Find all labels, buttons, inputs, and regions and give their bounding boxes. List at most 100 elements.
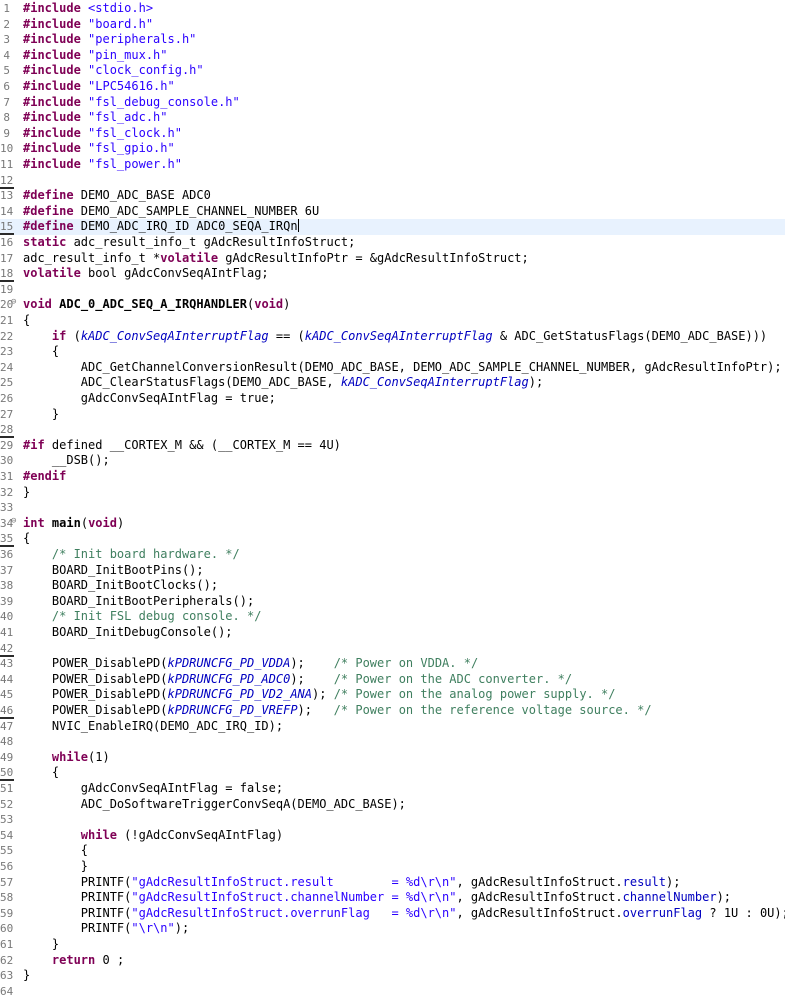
- code-line[interactable]: 51 gAdcConvSeqAIntFlag = false;: [0, 781, 785, 797]
- code-line[interactable]: 20 ⊖ void ADC_0_ADC_SEQ_A_IRQHANDLER(void): [0, 297, 785, 313]
- code-line[interactable]: 61 }: [0, 937, 785, 953]
- code-line[interactable]: 15 #define DEMO_ADC_IRQ_ID ADC0_SEQA_IRQn: [0, 219, 785, 236]
- code-line[interactable]: 23 {: [0, 344, 785, 360]
- code-line[interactable]: 26 gAdcConvSeqAIntFlag = true;: [0, 391, 785, 407]
- code-line[interactable]: 10 #include "fsl_gpio.h": [0, 141, 785, 157]
- code-line[interactable]: 46 POWER_DisablePD(kPDRUNCFG_PD_VREFP); …: [0, 703, 785, 719]
- code-line[interactable]: 37 BOARD_InitBootPins();: [0, 563, 785, 579]
- code-line[interactable]: 4 #include "pin_mux.h": [0, 48, 785, 64]
- code-line[interactable]: 3 #include "peripherals.h": [0, 32, 785, 48]
- fold-toggle-icon[interactable]: ⊖: [11, 298, 20, 307]
- code-line[interactable]: 2 #include "board.h": [0, 17, 785, 33]
- code-line[interactable]: 17 adc_result_info_t *volatile gAdcResult…: [0, 251, 785, 267]
- code-line[interactable]: 43 POWER_DisablePD(kPDRUNCFG_PD_VDDA); /…: [0, 656, 785, 672]
- code-line[interactable]: 33: [0, 500, 785, 516]
- code-token: ? 1U : 0U);: [702, 905, 785, 920]
- code-line[interactable]: 14 #define DEMO_ADC_SAMPLE_CHANNEL_NUMBER…: [0, 204, 785, 220]
- code-line[interactable]: 25 ADC_ClearStatusFlags(DEMO_ADC_BASE, k…: [0, 375, 785, 391]
- code-line[interactable]: 27 }: [0, 407, 785, 423]
- fold-toggle-icon[interactable]: ⊖: [11, 516, 20, 526]
- code-line[interactable]: 5 #include "clock_config.h": [0, 63, 785, 79]
- code-token: "fsl_gpio.h": [88, 141, 175, 156]
- line-gutter: 5: [0, 63, 20, 79]
- line-gutter: 38: [0, 578, 20, 594]
- code-token: PRINTF(: [23, 905, 132, 920]
- code-line[interactable]: 24 ADC_GetChannelConversionResult(DEMO_A…: [0, 360, 785, 376]
- code-line[interactable]: 11 #include "fsl_power.h": [0, 157, 785, 173]
- code-line[interactable]: 18 volatile bool gAdcConvSeqAIntFlag;: [0, 266, 785, 283]
- code-text: POWER_DisablePD(kPDRUNCFG_PD_VD2_ANA); /…: [23, 687, 616, 703]
- code-token: #include: [23, 110, 81, 125]
- code-line[interactable]: 39 BOARD_InitBootPeripherals();: [0, 594, 785, 610]
- code-token: ): [283, 297, 291, 312]
- code-line[interactable]: 40 /* Init FSL debug console. */: [0, 609, 785, 625]
- code-line[interactable]: 64: [0, 984, 785, 999]
- code-line[interactable]: 13 #define DEMO_ADC_BASE ADC0: [0, 188, 785, 204]
- code-line[interactable]: 59 PRINTF("gAdcResultInfoStruct.overrunF…: [0, 906, 785, 922]
- code-line[interactable]: 19: [0, 282, 785, 298]
- code-line[interactable]: 36 /* Init board hardware. */: [0, 547, 785, 563]
- code-line[interactable]: 44 POWER_DisablePD(kPDRUNCFG_PD_ADC0); /…: [0, 672, 785, 688]
- code-text: adc_result_info_t *volatile gAdcResultIn…: [23, 251, 529, 267]
- line-gutter: 25: [0, 375, 20, 391]
- code-token: #endif: [23, 469, 67, 483]
- code-token: bool gAdcConvSeqAIntFlag;: [80, 266, 269, 281]
- code-line[interactable]: 12: [0, 173, 785, 189]
- code-line[interactable]: 6 #include "LPC54616.h": [0, 79, 785, 95]
- code-line[interactable]: 50 {: [0, 765, 785, 782]
- line-gutter: 64: [0, 984, 20, 999]
- code-line[interactable]: 9 #include "fsl_clock.h": [0, 126, 785, 142]
- code-line[interactable]: 63}: [0, 968, 785, 984]
- code-line[interactable]: 47 NVIC_EnableIRQ(DEMO_ADC_IRQ_ID);: [0, 719, 785, 735]
- code-text: }: [23, 968, 30, 984]
- code-line[interactable]: 30 __DSB();: [0, 453, 785, 469]
- code-token: #include: [23, 79, 81, 93]
- code-line[interactable]: 7 #include "fsl_debug_console.h": [0, 95, 785, 111]
- code-line[interactable]: 52 ADC_DoSoftwareTriggerConvSeqA(DEMO_AD…: [0, 797, 785, 813]
- code-editor[interactable]: 1 #include <stdio.h> 2 #include "board.h" 3 #…: [0, 0, 785, 999]
- code-text: POWER_DisablePD(kPDRUNCFG_PD_VDDA); /* P…: [23, 656, 478, 672]
- code-line[interactable]: 60 PRINTF("\r\n");: [0, 921, 785, 937]
- code-token: BOARD_InitBootPins();: [23, 562, 204, 577]
- code-token: #include: [23, 63, 81, 78]
- code-line[interactable]: 57 PRINTF("gAdcResultInfoStruct.result =…: [0, 875, 785, 891]
- code-line[interactable]: 56 }: [0, 859, 785, 875]
- code-line[interactable]: 38 BOARD_InitBootClocks();: [0, 578, 785, 594]
- code-line[interactable]: 8 #include "fsl_adc.h": [0, 110, 785, 126]
- line-gutter: 9: [0, 126, 20, 142]
- line-number: 40: [0, 610, 14, 624]
- code-line[interactable]: 22 if (kADC_ConvSeqAInterruptFlag == (kA…: [0, 329, 785, 345]
- code-line[interactable]: 58 PRINTF("gAdcResultInfoStruct.channelN…: [0, 890, 785, 906]
- code-token: defined __CORTEX_M && (__CORTEX_M == 4U): [44, 437, 341, 452]
- line-gutter: 28: [0, 422, 20, 439]
- code-line[interactable]: 53: [0, 812, 785, 828]
- code-line[interactable]: 49 while(1): [0, 750, 785, 766]
- code-line[interactable]: 32}: [0, 485, 785, 501]
- line-number: 57: [0, 875, 14, 889]
- code-line[interactable]: 1 #include <stdio.h>: [0, 1, 785, 17]
- code-line[interactable]: 35{: [0, 531, 785, 548]
- code-line[interactable]: 29 #if defined __CORTEX_M && (__CORTEX_M …: [0, 438, 785, 454]
- line-number: 6: [3, 80, 10, 93]
- line-gutter: 56: [0, 859, 20, 875]
- code-line[interactable]: 55 {: [0, 843, 785, 859]
- code-token: gAdcConvSeqAIntFlag = false;: [23, 781, 284, 795]
- code-line[interactable]: 34 ⊖ int main(void): [0, 516, 785, 532]
- code-token: main: [51, 515, 81, 530]
- line-gutter: 17: [0, 251, 20, 267]
- code-line[interactable]: 62 return 0 ;: [0, 953, 785, 969]
- code-line[interactable]: 54 while (!gAdcConvSeqAIntFlag): [0, 828, 785, 844]
- code-line[interactable]: 31 #endif: [0, 469, 785, 485]
- line-gutter: 10: [0, 141, 20, 157]
- code-line[interactable]: 41 BOARD_InitDebugConsole();: [0, 625, 785, 641]
- code-line[interactable]: 48: [0, 734, 785, 750]
- code-line[interactable]: 21 {: [0, 313, 785, 329]
- code-line[interactable]: 42: [0, 641, 785, 657]
- code-line[interactable]: 28: [0, 422, 785, 439]
- code-line[interactable]: 45 POWER_DisablePD(kPDRUNCFG_PD_VD2_ANA)…: [0, 687, 785, 703]
- line-gutter: 26: [0, 391, 20, 407]
- code-line[interactable]: 16 static adc_result_info_t gAdcResultInf…: [0, 235, 785, 251]
- code-text: {: [23, 531, 30, 547]
